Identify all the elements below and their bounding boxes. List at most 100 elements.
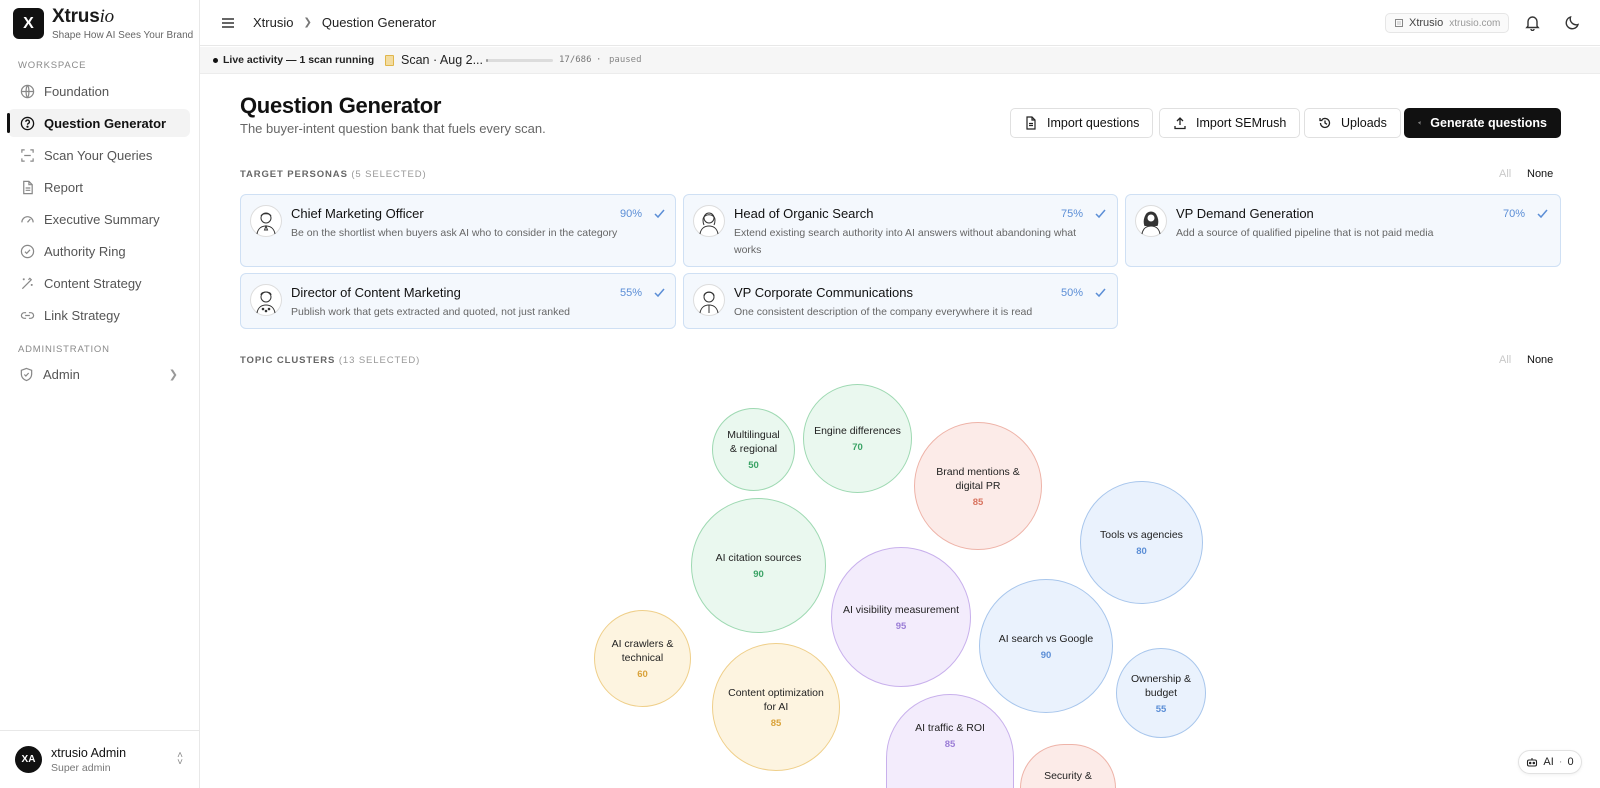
generate-questions-button[interactable]: Generate questions [1404,108,1561,138]
topics-select-none[interactable]: None [1527,354,1553,366]
question-circle-icon [19,115,35,131]
workspace-name: Xtrusio [1409,17,1444,29]
moon-icon[interactable] [1564,14,1581,31]
scan-count: 17/686 [559,55,592,65]
sidebar-item-label: Question Generator [44,115,167,131]
brand-tagline: Shape How AI Sees Your Brand [52,30,194,41]
persona-weight: 90% [620,208,643,220]
topics-section-label: TOPIC CLUSTERS (13 SELECTED) [240,355,421,366]
nav-section-workspace: WORKSPACE [18,60,87,71]
persona-weight: 70% [1503,208,1526,220]
building-icon [1395,19,1403,27]
uploads-button[interactable]: Uploads [1304,108,1401,138]
activity-bar: Live activity — 1 scan running Scan · Au… [200,47,1600,74]
persona-card[interactable]: VP Demand Generation Add a source of qua… [1125,194,1561,267]
robot-icon [1527,758,1538,767]
topics-select-all[interactable]: All [1499,354,1511,366]
file-icon [1026,116,1036,130]
topic-bubble[interactable]: Content optimization for AI 85 [712,643,840,771]
scan-progress-bar [486,59,553,62]
activity-text[interactable]: Live activity — 1 scan running [223,54,374,66]
globe-icon [19,83,35,99]
avatar: XA [15,746,42,773]
page-title: Question Generator [240,93,442,118]
personas-section-label: TARGET PERSONAS (5 SELECTED) [240,169,427,180]
topic-bubble[interactable]: Engine differences 70 [803,384,912,493]
persona-card[interactable]: Director of Content Marketing Publish wo… [240,273,676,329]
import-questions-button[interactable]: Import questions [1010,108,1154,138]
persona-avatar [693,284,725,316]
topbar: Xtrusio ❯ Question Generator Xtrusio xtr… [200,0,1600,46]
history-icon [1319,117,1331,129]
bell-icon[interactable] [1524,14,1541,31]
sidebar: X Xtrusio Shape How AI Sees Your Brand W… [0,0,200,788]
personas-select-none[interactable]: None [1527,168,1553,180]
sidebar-item-label: Report [44,179,84,195]
sidebar-item-executive-summary[interactable]: Executive Summary [8,205,190,233]
sparkles-icon [1418,121,1421,125]
shield-icon [18,366,34,382]
topic-bubble[interactable]: AI traffic & ROI 85 [886,694,1014,788]
workspace-switcher[interactable]: Xtrusio xtrusio.com [1385,13,1510,33]
page-subtitle: The buyer-intent question bank that fuel… [240,121,546,136]
topic-bubble[interactable]: Security & [1020,744,1116,788]
sidebar-item-foundation[interactable]: Foundation [8,77,190,105]
check-circle-icon [19,243,35,259]
persona-weight: 50% [1061,287,1084,299]
user-name: xtrusio Admin [51,745,127,760]
sidebar-item-label: Admin [43,366,80,382]
sidebar-item-link-strategy[interactable]: Link Strategy [8,301,190,329]
gauge-icon [19,211,35,227]
persona-card[interactable]: Head of Organic Search Extend existing s… [683,194,1118,267]
topic-bubble[interactable]: AI visibility measurement 95 [831,547,971,687]
sidebar-item-label: Link Strategy [44,307,120,323]
persona-description: Be on the shortlist when buyers ask AI w… [291,227,618,239]
user-menu[interactable]: XA xtrusio Admin Super admin ˄ ˅ [0,730,199,788]
sidebar-item-scan-your-queries[interactable]: Scan Your Queries [8,141,190,169]
sidebar-item-label: Scan Your Queries [44,147,153,163]
sidebar-item-label: Foundation [44,83,110,99]
import-semrush-button[interactable]: Import SEMrush [1159,108,1301,138]
scan-separator: · [596,55,602,65]
persona-description: Publish work that gets extracted and quo… [291,306,571,318]
persona-weight: 55% [620,287,643,299]
topic-bubble[interactable]: Multilingual & regional 50 [712,408,795,491]
topic-bubble[interactable]: Ownership & budget 55 [1116,648,1206,738]
check-icon [1095,288,1106,298]
topic-bubble[interactable]: AI search vs Google 90 [979,579,1113,713]
persona-card[interactable]: Chief Marketing Officer Be on the shortl… [240,194,676,267]
topic-bubble[interactable]: AI citation sources 90 [691,498,826,633]
sidebar-item-report[interactable]: Report [8,173,190,201]
topic-bubble[interactable]: AI crawlers & technical 60 [594,610,691,707]
sidebar-item-admin[interactable]: Admin ❯ [8,360,190,388]
brand[interactable]: X Xtrusio Shape How AI Sees Your Brand [13,7,194,41]
ai-assistant-chip[interactable]: AI · 0 [1518,750,1582,774]
topic-bubble[interactable]: Tools vs agencies 80 [1080,481,1203,604]
chevrons-up-down-icon: ˄ ˅ [177,750,183,768]
upload-icon [1174,117,1186,130]
persona-card[interactable]: VP Corporate Communications One consiste… [683,273,1118,329]
sidebar-item-label: Authority Ring [44,243,126,259]
breadcrumb: Xtrusio ❯ Question Generator [253,15,436,30]
sidebar-item-authority-ring[interactable]: Authority Ring [8,237,190,265]
personas-select-all[interactable]: All [1499,168,1511,180]
scan-state: paused [609,55,642,65]
scan-icon [19,147,35,163]
menu-icon[interactable] [221,15,235,31]
check-icon [1095,209,1106,219]
nav-section-administration: ADMINISTRATION [18,344,110,355]
sidebar-item-label: Executive Summary [44,211,160,227]
check-icon [654,288,665,298]
sidebar-item-content-strategy[interactable]: Content Strategy [8,269,190,297]
breadcrumb-item-root[interactable]: Xtrusio [253,15,293,30]
persona-description: Add a source of qualified pipeline that … [1176,227,1434,239]
persona-name: VP Demand Generation [1176,206,1314,221]
persona-avatar [693,205,725,237]
topic-bubble[interactable]: Brand mentions & digital PR 85 [914,422,1042,550]
link-icon [19,307,35,323]
persona-description: One consistent description of the compan… [734,306,1033,318]
sidebar-item-question-generator[interactable]: Question Generator [7,109,190,137]
persona-weight: 75% [1061,208,1084,220]
scan-label[interactable]: Scan · Aug 2... [401,53,483,67]
wand-icon [19,275,35,291]
